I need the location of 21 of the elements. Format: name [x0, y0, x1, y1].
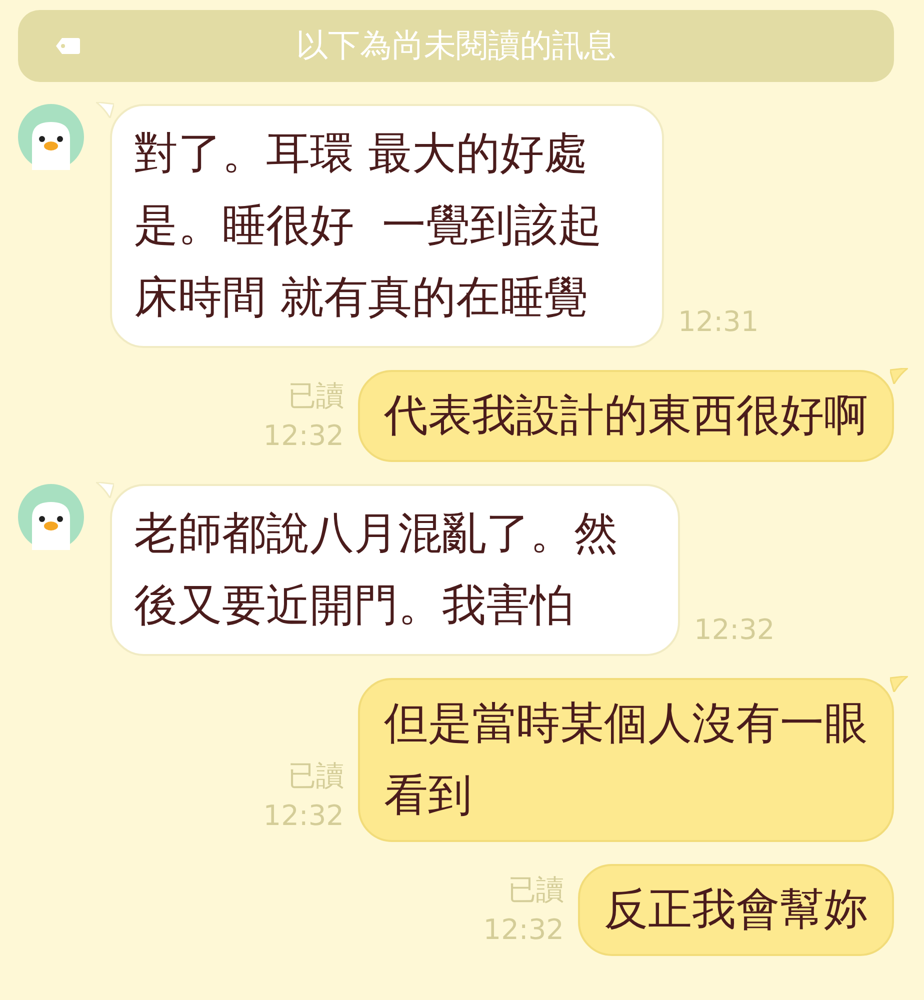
message-time: 12:32	[483, 912, 564, 948]
message-bubble: 代表我設計的東西很好啊	[358, 370, 894, 462]
bubble-tail	[890, 676, 908, 692]
penguin-avatar-icon	[18, 484, 84, 550]
message-time: 12:32	[694, 612, 775, 648]
message-time: 12:31	[678, 304, 759, 340]
read-receipt: 已讀	[288, 758, 344, 794]
message-bubble: 對了。耳環 最大的好處 是。睡很好 一覺到該起 床時間 就有真的在睡覺	[110, 104, 664, 348]
message-time: 12:32	[263, 418, 344, 454]
tag-icon	[56, 38, 80, 54]
message-bubble: 但是當時某個人沒有一眼 看到	[358, 678, 894, 842]
read-receipt: 已讀	[288, 378, 344, 414]
bubble-tail	[96, 482, 114, 498]
banner-text: 以下為尚未閱讀的訊息	[296, 25, 616, 66]
read-receipt: 已讀	[508, 872, 564, 908]
penguin-avatar-icon	[18, 104, 84, 170]
message-time: 12:32	[263, 798, 344, 834]
message-bubble: 反正我會幫妳	[578, 864, 894, 956]
bubble-tail	[890, 368, 908, 384]
message-bubble: 老師都說八月混亂了。然 後又要近開門。我害怕	[110, 484, 680, 656]
bubble-tail	[96, 102, 114, 118]
